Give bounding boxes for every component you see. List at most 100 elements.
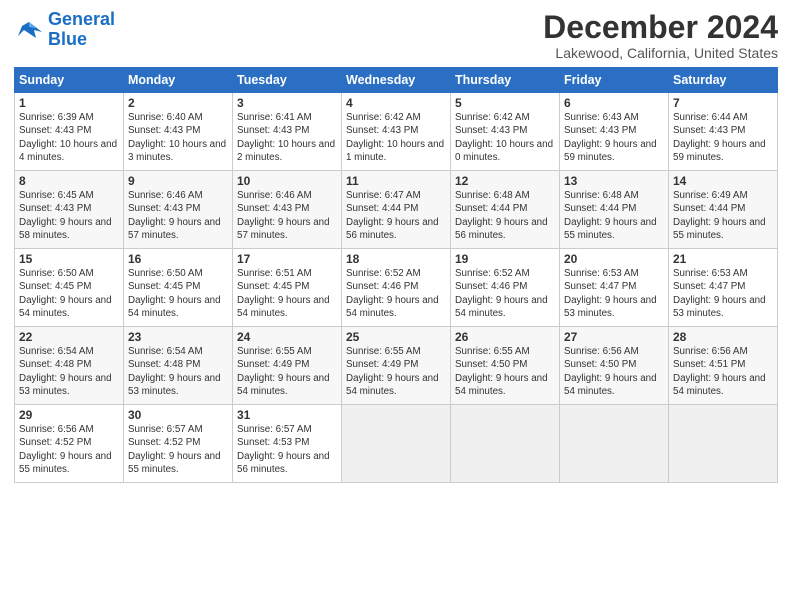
calendar-cell: 12 Sunrise: 6:48 AMSunset: 4:44 PMDaylig… xyxy=(451,171,560,249)
calendar-cell: 19 Sunrise: 6:52 AMSunset: 4:46 PMDaylig… xyxy=(451,249,560,327)
calendar-cell: 3 Sunrise: 6:41 AMSunset: 4:43 PMDayligh… xyxy=(233,93,342,171)
calendar-table: Sunday Monday Tuesday Wednesday Thursday… xyxy=(14,67,778,483)
day-info: Sunrise: 6:46 AMSunset: 4:43 PMDaylight:… xyxy=(237,189,337,242)
calendar-cell: 2 Sunrise: 6:40 AMSunset: 4:43 PMDayligh… xyxy=(124,93,233,171)
calendar-cell: 30 Sunrise: 6:57 AMSunset: 4:52 PMDaylig… xyxy=(124,405,233,483)
day-info: Sunrise: 6:53 AMSunset: 4:47 PMDaylight:… xyxy=(673,267,773,320)
calendar-cell: 14 Sunrise: 6:49 AMSunset: 4:44 PMDaylig… xyxy=(669,171,778,249)
day-number: 1 xyxy=(19,96,119,110)
logo-text: General Blue xyxy=(48,10,115,50)
day-info: Sunrise: 6:56 AMSunset: 4:52 PMDaylight:… xyxy=(19,423,119,476)
col-thursday: Thursday xyxy=(451,68,560,93)
day-number: 19 xyxy=(455,252,555,266)
calendar-cell xyxy=(669,405,778,483)
day-number: 15 xyxy=(19,252,119,266)
day-number: 3 xyxy=(237,96,337,110)
day-number: 16 xyxy=(128,252,228,266)
calendar-cell: 28 Sunrise: 6:56 AMSunset: 4:51 PMDaylig… xyxy=(669,327,778,405)
calendar-cell: 1 Sunrise: 6:39 AMSunset: 4:43 PMDayligh… xyxy=(15,93,124,171)
logo-icon xyxy=(14,18,44,42)
day-number: 30 xyxy=(128,408,228,422)
day-info: Sunrise: 6:41 AMSunset: 4:43 PMDaylight:… xyxy=(237,111,337,164)
day-info: Sunrise: 6:44 AMSunset: 4:43 PMDaylight:… xyxy=(673,111,773,164)
day-info: Sunrise: 6:42 AMSunset: 4:43 PMDaylight:… xyxy=(346,111,446,164)
week-row-0: 1 Sunrise: 6:39 AMSunset: 4:43 PMDayligh… xyxy=(15,93,778,171)
day-number: 11 xyxy=(346,174,446,188)
col-monday: Monday xyxy=(124,68,233,93)
day-number: 31 xyxy=(237,408,337,422)
calendar-cell: 16 Sunrise: 6:50 AMSunset: 4:45 PMDaylig… xyxy=(124,249,233,327)
calendar-cell: 11 Sunrise: 6:47 AMSunset: 4:44 PMDaylig… xyxy=(342,171,451,249)
day-number: 2 xyxy=(128,96,228,110)
day-number: 4 xyxy=(346,96,446,110)
calendar-cell: 4 Sunrise: 6:42 AMSunset: 4:43 PMDayligh… xyxy=(342,93,451,171)
col-saturday: Saturday xyxy=(669,68,778,93)
day-info: Sunrise: 6:49 AMSunset: 4:44 PMDaylight:… xyxy=(673,189,773,242)
col-wednesday: Wednesday xyxy=(342,68,451,93)
day-info: Sunrise: 6:52 AMSunset: 4:46 PMDaylight:… xyxy=(455,267,555,320)
day-number: 14 xyxy=(673,174,773,188)
day-info: Sunrise: 6:43 AMSunset: 4:43 PMDaylight:… xyxy=(564,111,664,164)
calendar-cell: 9 Sunrise: 6:46 AMSunset: 4:43 PMDayligh… xyxy=(124,171,233,249)
calendar-cell: 25 Sunrise: 6:55 AMSunset: 4:49 PMDaylig… xyxy=(342,327,451,405)
day-info: Sunrise: 6:42 AMSunset: 4:43 PMDaylight:… xyxy=(455,111,555,164)
day-info: Sunrise: 6:55 AMSunset: 4:49 PMDaylight:… xyxy=(237,345,337,398)
day-number: 8 xyxy=(19,174,119,188)
header: General Blue December 2024 Lakewood, Cal… xyxy=(14,10,778,61)
week-row-2: 15 Sunrise: 6:50 AMSunset: 4:45 PMDaylig… xyxy=(15,249,778,327)
day-info: Sunrise: 6:48 AMSunset: 4:44 PMDaylight:… xyxy=(564,189,664,242)
calendar-cell: 10 Sunrise: 6:46 AMSunset: 4:43 PMDaylig… xyxy=(233,171,342,249)
calendar-cell xyxy=(560,405,669,483)
day-info: Sunrise: 6:57 AMSunset: 4:52 PMDaylight:… xyxy=(128,423,228,476)
day-number: 22 xyxy=(19,330,119,344)
col-sunday: Sunday xyxy=(15,68,124,93)
day-number: 28 xyxy=(673,330,773,344)
day-info: Sunrise: 6:39 AMSunset: 4:43 PMDaylight:… xyxy=(19,111,119,164)
calendar-cell: 18 Sunrise: 6:52 AMSunset: 4:46 PMDaylig… xyxy=(342,249,451,327)
calendar-cell: 24 Sunrise: 6:55 AMSunset: 4:49 PMDaylig… xyxy=(233,327,342,405)
day-info: Sunrise: 6:55 AMSunset: 4:50 PMDaylight:… xyxy=(455,345,555,398)
week-row-3: 22 Sunrise: 6:54 AMSunset: 4:48 PMDaylig… xyxy=(15,327,778,405)
day-info: Sunrise: 6:56 AMSunset: 4:51 PMDaylight:… xyxy=(673,345,773,398)
calendar-cell: 27 Sunrise: 6:56 AMSunset: 4:50 PMDaylig… xyxy=(560,327,669,405)
day-number: 17 xyxy=(237,252,337,266)
day-info: Sunrise: 6:50 AMSunset: 4:45 PMDaylight:… xyxy=(128,267,228,320)
calendar-cell: 22 Sunrise: 6:54 AMSunset: 4:48 PMDaylig… xyxy=(15,327,124,405)
day-info: Sunrise: 6:54 AMSunset: 4:48 PMDaylight:… xyxy=(128,345,228,398)
day-info: Sunrise: 6:50 AMSunset: 4:45 PMDaylight:… xyxy=(19,267,119,320)
day-info: Sunrise: 6:51 AMSunset: 4:45 PMDaylight:… xyxy=(237,267,337,320)
day-number: 21 xyxy=(673,252,773,266)
calendar-cell: 5 Sunrise: 6:42 AMSunset: 4:43 PMDayligh… xyxy=(451,93,560,171)
week-row-4: 29 Sunrise: 6:56 AMSunset: 4:52 PMDaylig… xyxy=(15,405,778,483)
calendar-cell: 6 Sunrise: 6:43 AMSunset: 4:43 PMDayligh… xyxy=(560,93,669,171)
calendar-cell: 13 Sunrise: 6:48 AMSunset: 4:44 PMDaylig… xyxy=(560,171,669,249)
calendar-cell: 31 Sunrise: 6:57 AMSunset: 4:53 PMDaylig… xyxy=(233,405,342,483)
day-info: Sunrise: 6:57 AMSunset: 4:53 PMDaylight:… xyxy=(237,423,337,476)
day-number: 23 xyxy=(128,330,228,344)
day-number: 24 xyxy=(237,330,337,344)
day-number: 27 xyxy=(564,330,664,344)
page-container: General Blue December 2024 Lakewood, Cal… xyxy=(0,0,792,493)
col-friday: Friday xyxy=(560,68,669,93)
calendar-cell: 23 Sunrise: 6:54 AMSunset: 4:48 PMDaylig… xyxy=(124,327,233,405)
day-info: Sunrise: 6:54 AMSunset: 4:48 PMDaylight:… xyxy=(19,345,119,398)
day-number: 20 xyxy=(564,252,664,266)
col-tuesday: Tuesday xyxy=(233,68,342,93)
day-number: 29 xyxy=(19,408,119,422)
day-info: Sunrise: 6:56 AMSunset: 4:50 PMDaylight:… xyxy=(564,345,664,398)
day-info: Sunrise: 6:55 AMSunset: 4:49 PMDaylight:… xyxy=(346,345,446,398)
day-number: 7 xyxy=(673,96,773,110)
day-number: 12 xyxy=(455,174,555,188)
calendar-cell: 8 Sunrise: 6:45 AMSunset: 4:43 PMDayligh… xyxy=(15,171,124,249)
day-info: Sunrise: 6:48 AMSunset: 4:44 PMDaylight:… xyxy=(455,189,555,242)
day-number: 25 xyxy=(346,330,446,344)
day-info: Sunrise: 6:52 AMSunset: 4:46 PMDaylight:… xyxy=(346,267,446,320)
header-row: Sunday Monday Tuesday Wednesday Thursday… xyxy=(15,68,778,93)
day-number: 9 xyxy=(128,174,228,188)
day-number: 26 xyxy=(455,330,555,344)
day-number: 5 xyxy=(455,96,555,110)
day-info: Sunrise: 6:40 AMSunset: 4:43 PMDaylight:… xyxy=(128,111,228,164)
day-info: Sunrise: 6:47 AMSunset: 4:44 PMDaylight:… xyxy=(346,189,446,242)
calendar-cell: 7 Sunrise: 6:44 AMSunset: 4:43 PMDayligh… xyxy=(669,93,778,171)
title-block: December 2024 Lakewood, California, Unit… xyxy=(543,10,778,61)
